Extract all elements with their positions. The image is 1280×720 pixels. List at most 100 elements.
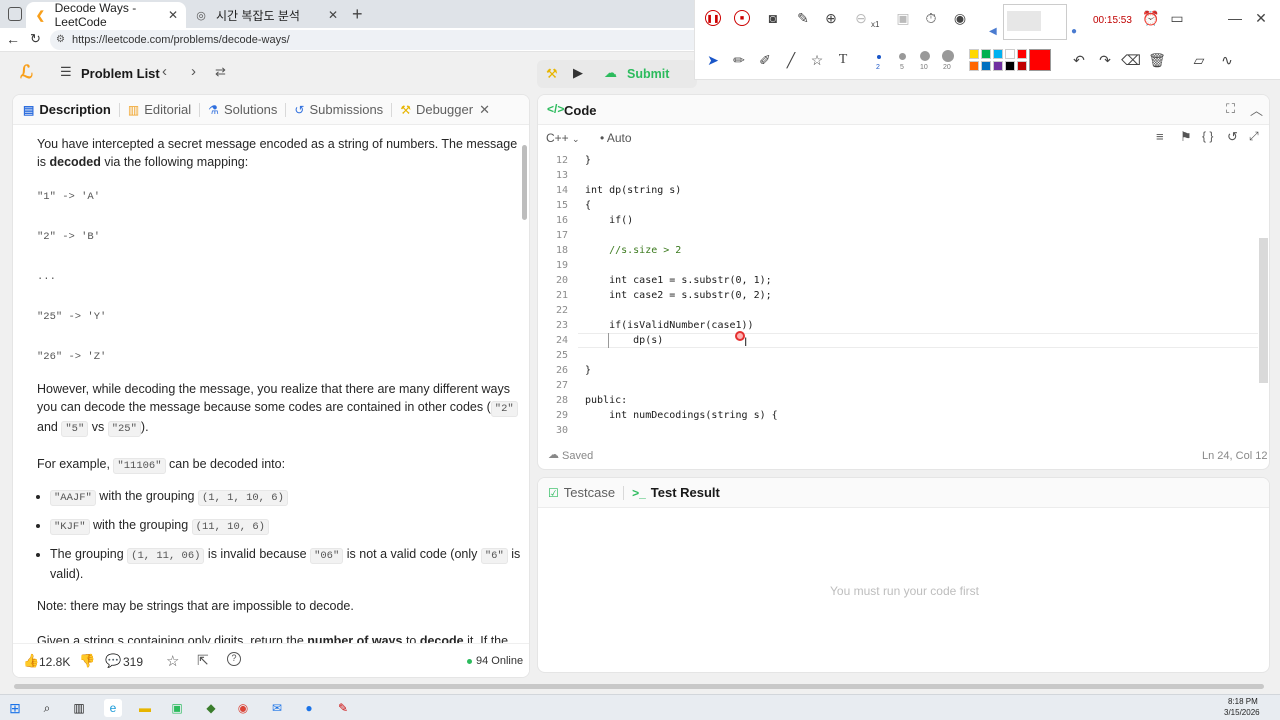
color-swatch[interactable] [981,49,991,59]
color-swatch[interactable] [981,61,991,71]
format-icon[interactable]: ≡ [1156,129,1164,144]
highlighter-icon[interactable]: ✐ [755,50,775,70]
tab-solutions[interactable]: ⚗ Solutions [200,95,285,125]
editor-scrollbar[interactable] [1259,238,1268,383]
tab-debugger[interactable]: ⚒ Debugger ✕ [392,95,498,125]
pen-icon[interactable]: ✎ [793,8,813,28]
code-line: 13 [538,168,1238,183]
code-editor[interactable]: 12} 13 14 int dp(string s) 15 {16 if() 17 18 //… [538,153,1258,438]
whiteboard-icon[interactable]: ▱ [1189,50,1209,70]
recorder-icon[interactable]: ● [300,699,318,717]
problem-list-link[interactable]: Problem List [81,66,160,81]
scrollbar-thumb[interactable] [14,684,1264,689]
bookmark-icon[interactable]: ⚑ [1180,129,1192,145]
back-icon[interactable]: ← [6,31,20,47]
file-explorer-icon[interactable]: ▬ [136,699,154,717]
stop-icon[interactable]: ■ [734,10,750,26]
alarm-icon[interactable]: ⏰ [1141,8,1161,28]
browser-tab-analysis[interactable]: ◎ 시간 복잡도 분석 ✕ [186,2,346,28]
task-view-icon[interactable]: ▥ [70,699,88,717]
eye-icon[interactable]: ◉ [950,8,970,28]
comment-icon[interactable]: 💬 [105,653,121,669]
store-icon[interactable]: ▣ [168,699,186,717]
eraser-icon[interactable]: ⌫ [1121,50,1141,70]
size-20-dot[interactable] [942,50,954,62]
timer-icon[interactable]: ⏱ [921,8,941,28]
pencil-icon[interactable]: ✏ [729,50,749,70]
submit-button[interactable]: Submit [627,67,669,81]
camera-icon[interactable]: ◙ [763,8,783,28]
zoom-out-icon[interactable]: ⊖ [851,8,871,28]
pip-icon[interactable]: ▣ [893,8,913,28]
browser-tab-leetcode[interactable]: ❮ Decode Ways - LeetCode ✕ [26,1,186,29]
undo-icon[interactable]: ↶ [1069,50,1089,70]
tab-submissions[interactable]: ↺ Submissions [286,95,391,125]
close-tab-icon[interactable]: ✕ [168,8,178,22]
tab-editorial[interactable]: ▥ Editorial [120,95,199,125]
shape-star-icon[interactable]: ☆ [807,50,827,70]
color-swatch[interactable] [1005,61,1015,71]
speaker-icon[interactable]: ◀ [989,26,997,37]
zoom-in-icon[interactable]: ⊕ [821,8,841,28]
size-5-dot[interactable] [899,53,906,60]
edge-browser-icon[interactable]: e [104,699,122,717]
debug-icon[interactable]: ⚒ [546,66,558,82]
color-swatch[interactable] [969,49,979,59]
next-problem-icon[interactable]: › [191,63,196,80]
mic-icon[interactable]: ● [1071,26,1077,37]
leetcode-logo-icon[interactable]: ℒ [20,62,33,83]
redo-icon[interactable]: ↷ [1095,50,1115,70]
windows-start-icon[interactable]: ⊞ [6,699,24,717]
size-10-dot[interactable] [920,51,930,61]
app-icon[interactable]: ◆ [202,699,220,717]
minimize-icon[interactable]: — [1225,8,1245,28]
site-info-icon[interactable]: ⚙ [56,30,65,50]
chrome-icon[interactable]: ◉ [234,699,252,717]
size-2-dot[interactable] [877,55,881,59]
star-icon[interactable]: ☆ [166,652,179,670]
trash-icon[interactable]: 🗑 [1147,50,1167,70]
shuffle-icon[interactable]: ⇄ [215,64,226,80]
line-number: 19 [555,260,568,271]
reset-icon[interactable]: ↺ [1227,129,1238,145]
close-tab-icon[interactable]: ✕ [328,8,338,22]
new-tab-button[interactable]: + [352,4,363,25]
pause-icon[interactable]: ❚❚ [705,10,721,26]
cast-icon[interactable]: ▭ [1167,8,1187,28]
color-swatch[interactable] [1017,49,1027,59]
selected-color[interactable] [1029,49,1051,71]
tab-testcase[interactable]: ☑ Testcase [538,478,623,508]
collapse-icon[interactable]: ︿ [1250,100,1263,119]
expand-icon[interactable]: ⤢ [1249,129,1259,144]
run-button[interactable]: ▶ [573,65,583,81]
outlook-icon[interactable]: ✉ [268,699,286,717]
language-select[interactable]: C++ ⌄ [546,131,580,145]
text-tool-icon[interactable]: T [833,50,853,70]
page-scrollbar[interactable] [0,681,1280,693]
close-debugger-icon[interactable]: ✕ [479,102,490,118]
color-swatch[interactable] [969,61,979,71]
share-icon[interactable]: ⇱ [197,652,209,669]
tab-test-result[interactable]: >_ Test Result [624,478,728,508]
color-swatch[interactable] [1017,61,1027,71]
color-swatch[interactable] [1005,49,1015,59]
pen-app-icon[interactable]: ✎ [334,699,352,717]
description-scrollbar[interactable] [522,145,527,220]
braces-icon[interactable]: { } [1202,129,1213,143]
close-icon[interactable]: ✕ [1251,8,1271,28]
tab-actions-icon[interactable] [8,7,22,21]
reload-icon[interactable]: ↻ [30,31,41,47]
signature-icon[interactable]: ∿ [1217,50,1237,70]
help-icon[interactable]: ? [227,652,241,666]
like-icon[interactable]: 👍 [23,653,39,669]
prev-problem-icon[interactable]: ‹ [162,63,167,80]
line-icon[interactable]: ╱ [781,50,801,70]
tab-description[interactable]: ▤ Description [13,95,119,125]
search-icon[interactable]: ⌕ [38,699,56,717]
color-swatch[interactable] [993,61,1003,71]
select-arrow-icon[interactable]: ➤ [703,50,723,70]
auto-mode-toggle[interactable]: • Auto [600,131,632,145]
color-swatch[interactable] [993,49,1003,59]
dislike-icon[interactable]: 👎 [79,653,95,669]
maximize-icon[interactable]: ⛶ [1226,101,1235,117]
